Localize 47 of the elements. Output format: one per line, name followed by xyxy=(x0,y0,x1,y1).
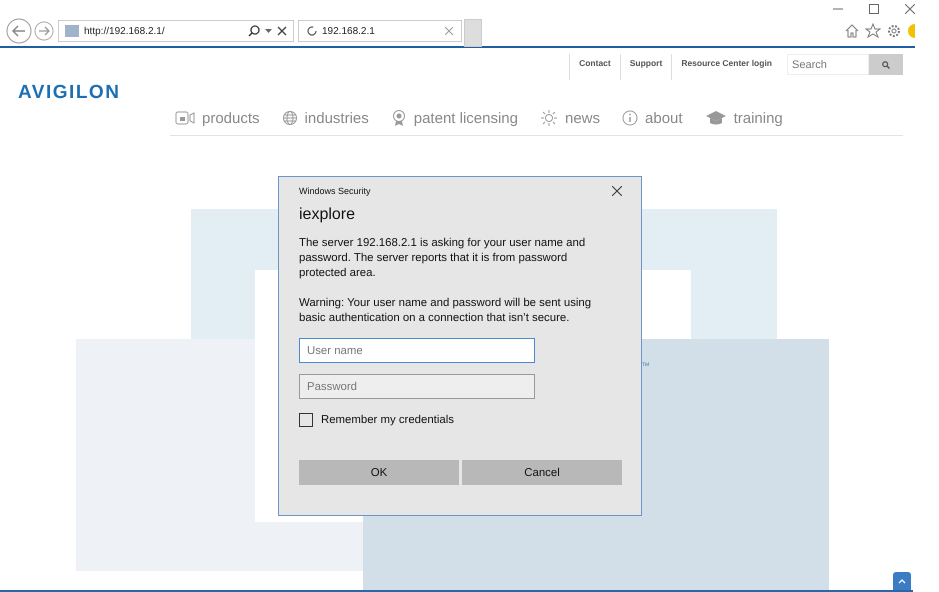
caret-icon xyxy=(898,578,906,584)
nav-link[interactable]: training xyxy=(704,107,783,129)
browser-tab[interactable]: 192.168.2.1 xyxy=(298,20,462,42)
header-link[interactable]: Support xyxy=(620,54,672,80)
ok-button[interactable]: OK xyxy=(299,460,459,485)
search-icon xyxy=(882,60,890,68)
nav-link[interactable]: products xyxy=(175,107,260,129)
loading-icon xyxy=(307,26,317,36)
settings-icon[interactable] xyxy=(886,23,902,39)
stop-icon[interactable] xyxy=(277,26,287,36)
lightbulb-icon xyxy=(540,109,558,127)
close-icon[interactable] xyxy=(612,186,622,196)
input-field[interactable]: User name xyxy=(299,338,535,363)
back-icon[interactable] xyxy=(6,18,32,44)
globe-icon xyxy=(282,110,298,126)
checkbox-label: Remember my credentials xyxy=(321,414,454,426)
camera-icon xyxy=(175,111,195,125)
search-field[interactable]: Search xyxy=(787,54,869,75)
home-icon[interactable] xyxy=(844,23,860,39)
dialog-message: The server 192.168.2.1 is asking for your user name and password. The server reports that it is from password protected area. xyxy=(299,236,586,281)
dropdown-icon[interactable] xyxy=(265,28,272,34)
close-tab-icon[interactable] xyxy=(445,27,453,35)
dialog-app-name: Windows Security xyxy=(299,186,371,196)
checkbox[interactable] xyxy=(299,413,313,427)
graduation-cap-icon xyxy=(704,110,727,126)
input-field[interactable]: Password xyxy=(299,374,535,399)
search-icon[interactable] xyxy=(248,25,260,37)
nav-link[interactable]: about xyxy=(622,107,683,129)
nav-link[interactable]: industries xyxy=(282,107,369,129)
info-icon xyxy=(622,110,638,126)
logo[interactable]: AVIGILON xyxy=(18,82,158,104)
award-icon xyxy=(390,109,407,127)
close-icon[interactable] xyxy=(905,4,915,14)
page-icon xyxy=(65,25,79,37)
address-bar[interactable]: http://192.168.2.1/ xyxy=(58,20,294,42)
header-link[interactable]: Contact xyxy=(569,54,620,80)
cancel-button[interactable]: Cancel xyxy=(462,460,622,485)
nav-link[interactable]: patent licensing xyxy=(390,107,518,129)
nav-link[interactable]: news xyxy=(540,107,600,129)
search-button[interactable] xyxy=(869,54,903,75)
scroll-top-button[interactable] xyxy=(893,572,911,590)
forward-icon[interactable] xyxy=(34,21,54,41)
header-link[interactable]: Resource Center login xyxy=(671,54,781,80)
dialog-warning: Warning: Your user name and password will be sent using basic authentication on a connection that isn’t secure. xyxy=(299,296,592,326)
dialog-title: iexplore xyxy=(299,206,356,225)
star-icon[interactable] xyxy=(865,23,881,39)
maximize-icon[interactable] xyxy=(869,4,879,14)
